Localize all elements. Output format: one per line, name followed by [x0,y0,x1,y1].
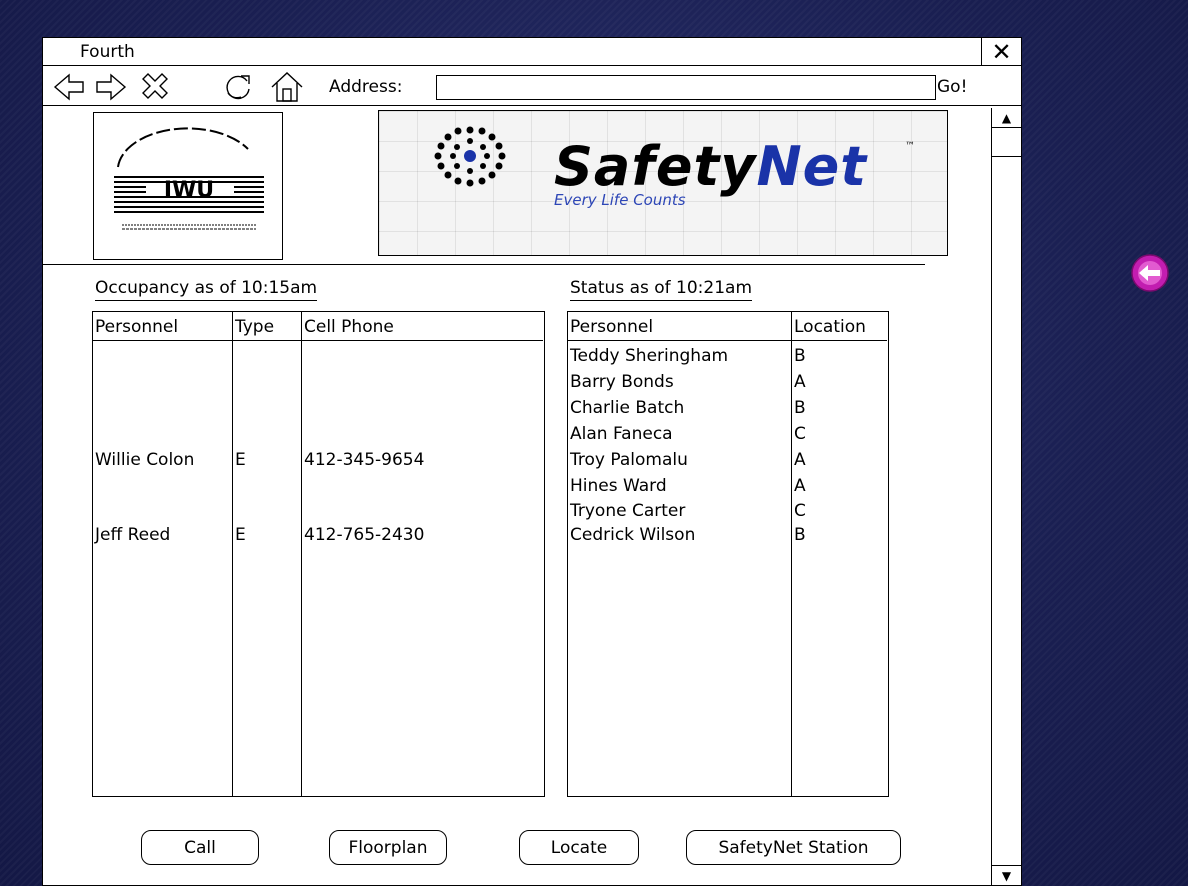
scroll-up-icon: ▲ [1001,110,1012,125]
table-cell: B [794,346,806,366]
table-cell: Alan Faneca [570,424,673,444]
safetynet-wordmark: SafetyNet [554,135,867,198]
page-content: IWU SafetyNet ™ Every Life Counts Occupa… [43,108,991,885]
status-col-personnel: Personnel Teddy Sheringham Barry Bonds C… [568,312,792,796]
occupancy-table: Personnel Willie Colon Jeff Reed Type E … [92,311,545,797]
column-header: Cell Phone [302,312,543,341]
floorplan-button[interactable]: Floorplan [329,830,447,865]
table-cell: E [235,525,246,545]
status-col-location: Location B A B C A A C B [792,312,887,796]
address-label: Address: [329,77,403,97]
slide-back-button[interactable] [1130,253,1170,293]
iwu-logo: IWU [93,112,283,260]
scroll-down-button[interactable]: ▼ [992,865,1021,885]
table-cell: Charlie Batch [570,398,685,418]
table-cell: 412-345-9654 [304,450,425,470]
table-cell: 412-765-2430 [304,525,425,545]
locate-button[interactable]: Locate [519,830,639,865]
column-header: Personnel [568,312,791,341]
stop-icon[interactable] [137,70,173,104]
header-divider [43,264,925,265]
table-cell: A [794,450,806,470]
title-bar: Fourth ✕ [43,38,1021,66]
scroll-down-icon: ▼ [1001,868,1012,883]
status-table: Personnel Teddy Sheringham Barry Bonds C… [567,311,889,797]
back-arrow-icon[interactable] [51,70,87,104]
iwu-logo-graphic: IWU [114,127,264,230]
occupancy-col-cell-phone: Cell Phone 412-345-9654 412-765-2430 [302,312,543,796]
go-button[interactable]: Go! [937,77,967,97]
tagline: Every Life Counts [554,191,686,209]
column-header: Location [792,312,887,341]
trademark: ™ [905,141,915,152]
window-title: Fourth [80,42,135,62]
safetynet-dots-icon [434,126,506,187]
table-cell: Jeff Reed [95,525,171,545]
close-icon: ✕ [991,38,1012,66]
scroll-thumb[interactable] [992,128,1021,157]
table-cell: Willie Colon [95,450,195,470]
table-cell: B [794,398,806,418]
close-button[interactable]: ✕ [981,38,1021,66]
occupancy-col-type: Type E E [233,312,302,796]
table-cell: Tryone Carter [570,501,686,521]
column-header: Personnel [93,312,232,341]
column-header: Type [233,312,301,341]
table-cell: Cedrick Wilson [570,525,696,545]
iwu-logo-text: IWU [164,178,214,203]
table-cell: E [235,450,246,470]
call-button[interactable]: Call [141,830,259,865]
home-icon[interactable] [269,70,305,104]
occupancy-col-personnel: Personnel Willie Colon Jeff Reed [93,312,233,796]
brand-net: Net [756,135,868,198]
toolbar: Address: Go! [43,66,1021,106]
table-cell: Teddy Sheringham [570,346,729,366]
refresh-icon[interactable] [219,70,255,104]
table-cell: A [794,372,806,392]
table-cell: C [794,501,806,521]
browser-window: Fourth ✕ Address: Go! IWU SafetyNet ™ Ev… [42,37,1022,886]
table-cell: B [794,525,806,545]
occupancy-heading: Occupancy as of 10:15am [95,278,318,301]
table-cell: A [794,476,806,496]
safetynet-logo: SafetyNet ™ Every Life Counts [378,110,948,256]
table-cell: Troy Palomalu [570,450,688,470]
vertical-scrollbar[interactable]: ▲ ▼ [991,108,1021,885]
brand-safety: Safety [554,135,757,198]
address-input[interactable] [436,75,936,100]
status-heading: Status as of 10:21am [570,278,753,301]
scroll-up-button[interactable]: ▲ [992,108,1021,128]
table-cell: Hines Ward [570,476,667,496]
safetynet-station-button[interactable]: SafetyNet Station [686,830,901,865]
table-cell: Barry Bonds [570,372,674,392]
table-cell: C [794,424,806,444]
forward-arrow-icon[interactable] [93,70,129,104]
